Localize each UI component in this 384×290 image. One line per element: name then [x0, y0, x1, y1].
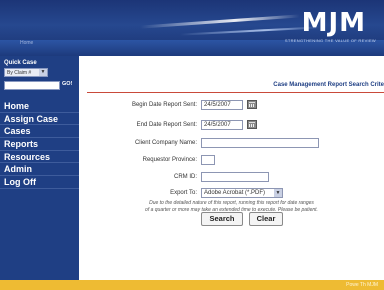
header-banner: Home MJM STRENGTHENING THE VALUE OF REVI…	[0, 0, 384, 56]
quick-case-select[interactable]: By Claim # ▼	[4, 68, 48, 77]
end-date-field[interactable]: 24/5/2007	[201, 120, 243, 130]
requestor-province-field[interactable]	[201, 155, 215, 165]
quick-case-go-button[interactable]: GO!	[62, 81, 72, 87]
client-company-field[interactable]	[201, 138, 319, 148]
requestor-province-label: Requestor Province:	[142, 157, 197, 163]
nav-item-admin[interactable]: Admin	[0, 163, 79, 177]
page-title: Case Management Report Search Crite	[273, 82, 384, 88]
nav-item-home[interactable]: Home	[0, 100, 79, 113]
mjm-logo: MJM	[301, 8, 366, 38]
begin-date-label: Begin Date Report Sent:	[131, 102, 197, 108]
main-content: Case Management Report Search Crite Begi…	[79, 56, 384, 280]
crm-id-label: CRM ID:	[174, 174, 197, 180]
nav-item-resources[interactable]: Resources	[0, 151, 79, 164]
search-button[interactable]: Search	[201, 212, 243, 226]
logo-tagline: STRENGTHENING THE VALUE OF REVIEW	[284, 38, 376, 43]
export-to-value: Adobe Acrobat (*.PDF)	[204, 190, 266, 196]
crm-id-field[interactable]	[201, 172, 269, 182]
sidebar-nav: Home Assign Case Cases Reports Resources…	[0, 100, 79, 189]
end-date-label: End Date Report Sent:	[136, 122, 197, 128]
quick-case-title: Quick Case	[4, 60, 37, 66]
begin-date-field[interactable]: 24/5/2007	[201, 100, 243, 110]
nav-item-assign-case[interactable]: Assign Case	[0, 113, 79, 126]
export-to-select[interactable]: Adobe Acrobat (*.PDF) ▼	[201, 188, 283, 198]
nav-item-reports[interactable]: Reports	[0, 138, 79, 151]
calendar-icon[interactable]	[247, 100, 257, 109]
calendar-icon[interactable]	[247, 120, 257, 129]
quick-case-input[interactable]	[4, 81, 60, 90]
footer-bar: Powe Th MJM	[0, 280, 384, 290]
banner-light-streak	[140, 14, 300, 29]
footer-credit: Powe Th MJM	[346, 282, 378, 288]
quick-case-select-value: By Claim #	[7, 70, 32, 76]
chevron-down-icon[interactable]: ▼	[274, 189, 282, 197]
nav-item-log-off[interactable]: Log Off	[0, 176, 79, 189]
nav-item-cases[interactable]: Cases	[0, 125, 79, 139]
client-company-label: Client Company Name:	[134, 140, 197, 146]
export-to-label: Export To:	[170, 190, 197, 196]
header-home-link[interactable]: Home	[20, 40, 33, 46]
sidebar: Quick Case By Claim # ▼ GO! Home Assign …	[0, 56, 79, 280]
chevron-down-icon[interactable]: ▼	[39, 69, 47, 76]
clear-button[interactable]: Clear	[249, 212, 283, 226]
title-divider	[87, 92, 384, 93]
banner-light-streak	[180, 26, 320, 36]
